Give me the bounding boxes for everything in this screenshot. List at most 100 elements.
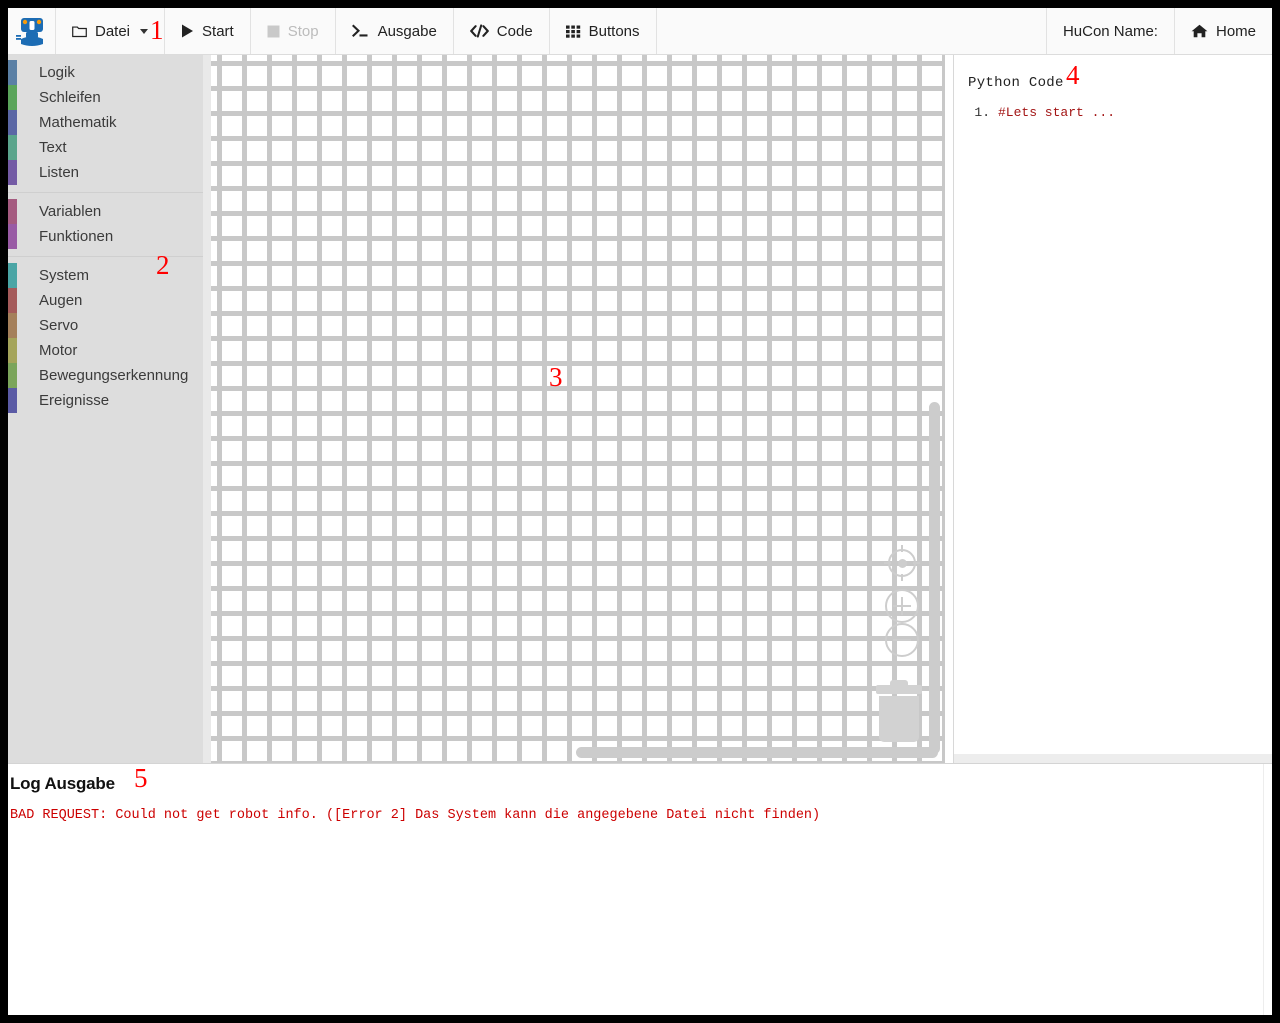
target-tick-top (901, 545, 903, 552)
trash-icon[interactable] (876, 680, 922, 742)
ausgabe-button-label: Ausgabe (377, 22, 437, 40)
hucon-robot-logo-icon[interactable] (8, 8, 56, 54)
target-tick-bottom (901, 574, 903, 581)
code-icon (469, 24, 489, 38)
stop-button[interactable]: Stop (251, 8, 336, 54)
toolbar-right-group: HuCon Name: Home (1047, 8, 1272, 54)
category-color-swatch (8, 288, 17, 313)
code-panel-title: Python Code (968, 75, 1064, 91)
code-button-label: Code (496, 22, 533, 40)
zoom-in-icon (885, 589, 919, 623)
code-button[interactable]: Code (454, 8, 550, 54)
toolbox-separator-1 (8, 192, 203, 193)
play-icon (181, 24, 194, 38)
category-color-swatch (8, 60, 17, 85)
code-line-text: #Lets start ... (998, 105, 1116, 120)
category-color-swatch (8, 110, 17, 135)
sidebar-item-text[interactable]: Text (8, 135, 203, 160)
sidebar-item-label: Mathematik (39, 114, 117, 131)
code-line-list[interactable]: 1. #Lets start ... (968, 105, 1258, 120)
app-window: Datei Start Stop Ausgabe Code Buttons Hu… (8, 8, 1272, 1015)
category-color-swatch (8, 363, 17, 388)
code-line: 1. #Lets start ... (968, 105, 1258, 120)
sidebar-item-label: Ereignisse (39, 392, 110, 409)
log-line: BAD REQUEST: Could not get robot info. (… (10, 808, 821, 823)
category-color-swatch (8, 338, 17, 363)
sidebar-item-label: System (39, 267, 90, 284)
target-dot (897, 558, 907, 568)
terminal-icon (351, 24, 370, 38)
hucon-name-label: HuCon Name: (1062, 22, 1158, 40)
trash-body (879, 696, 919, 742)
sidebar-item-label: Schleifen (39, 89, 101, 106)
top-toolbar: Datei Start Stop Ausgabe Code Buttons Hu… (8, 8, 1272, 55)
sidebar-item-servo[interactable]: Servo (8, 313, 203, 338)
stop-button-label: Stop (287, 22, 319, 40)
category-color-swatch (8, 160, 17, 185)
zoom-out-button[interactable] (885, 623, 919, 657)
code-line-number: 1. (974, 105, 990, 120)
stop-icon (267, 25, 280, 38)
category-color-swatch (8, 313, 17, 338)
sidebar-item-logik[interactable]: Logik (8, 60, 203, 85)
sidebar-item-motor[interactable]: Motor (8, 338, 203, 363)
target-tick-right (913, 562, 920, 564)
toolbox-group-core: Logik Schleifen Mathematik Text Listen (8, 60, 203, 185)
category-color-swatch (8, 199, 17, 224)
sidebar-item-variablen[interactable]: Variablen (8, 199, 203, 224)
category-color-swatch (8, 224, 17, 249)
sidebar-item-funktionen[interactable]: Funktionen (8, 224, 203, 249)
category-color-swatch (8, 388, 17, 413)
toolbox-group-userdef: Variablen Funktionen (8, 199, 203, 249)
home-button-label: Home (1215, 22, 1256, 40)
sidebar-item-schleifen[interactable]: Schleifen (8, 85, 203, 110)
chevron-down-icon (140, 28, 149, 34)
workspace-grid (211, 55, 945, 763)
blockly-workspace[interactable] (203, 55, 945, 763)
start-button-label: Start (202, 22, 234, 40)
python-code-panel: Python Code 1. #Lets start ... (953, 55, 1272, 763)
log-output-body[interactable]: BAD REQUEST: Could not get robot info. (… (8, 794, 1272, 823)
grid-icon (565, 25, 581, 38)
home-button[interactable]: Home (1175, 8, 1272, 54)
log-scrollbar[interactable] (1263, 764, 1272, 1015)
sidebar-item-label: Bewegungserkennung (39, 367, 189, 384)
sidebar-item-label: Motor (39, 342, 78, 359)
toolbar-spacer (657, 8, 1047, 54)
toolbox-group-hucon: System Augen Servo Motor Bewegungserkenn… (8, 263, 203, 413)
code-panel-scrollbar[interactable] (954, 754, 1272, 763)
buttons-button-label: Buttons (588, 22, 640, 40)
folder-icon (72, 25, 87, 38)
sidebar-item-system[interactable]: System (8, 263, 203, 288)
trash-lid (876, 680, 922, 694)
start-button[interactable]: Start (165, 8, 251, 54)
workspace-horizontal-scrollbar[interactable] (576, 747, 938, 758)
category-color-swatch (8, 135, 17, 160)
menu-datei[interactable]: Datei (56, 8, 166, 54)
buttons-button[interactable]: Buttons (550, 8, 657, 54)
workspace-vertical-scrollbar[interactable] (929, 402, 940, 754)
hucon-name-field[interactable]: HuCon Name: (1047, 8, 1175, 54)
category-color-swatch (8, 263, 17, 288)
sidebar-item-augen[interactable]: Augen (8, 288, 203, 313)
sidebar-item-bewegungserkennung[interactable]: Bewegungserkennung (8, 363, 203, 388)
home-icon (1191, 24, 1208, 38)
crosshair-target-icon (888, 549, 916, 577)
ausgabe-button[interactable]: Ausgabe (336, 8, 454, 54)
sidebar-item-label: Text (39, 139, 67, 156)
sidebar-item-ereignisse[interactable]: Ereignisse (8, 388, 203, 413)
log-output-panel: Log Ausgabe BAD REQUEST: Could not get r… (8, 763, 1272, 1015)
sidebar-item-listen[interactable]: Listen (8, 160, 203, 185)
zoom-in-button[interactable] (885, 589, 919, 623)
zoom-out-icon (885, 623, 919, 657)
sidebar-item-label: Funktionen (39, 228, 114, 245)
category-color-swatch (8, 85, 17, 110)
center-workspace-button[interactable] (884, 545, 920, 581)
blockly-toolbox[interactable]: Logik Schleifen Mathematik Text Listen V… (8, 55, 203, 763)
sidebar-item-mathematik[interactable]: Mathematik (8, 110, 203, 135)
sidebar-item-label: Variablen (39, 203, 102, 220)
menu-datei-label: Datei (95, 22, 131, 40)
sidebar-item-label: Logik (39, 64, 75, 81)
sidebar-item-label: Augen (39, 292, 83, 309)
log-output-title: Log Ausgabe (10, 774, 115, 793)
